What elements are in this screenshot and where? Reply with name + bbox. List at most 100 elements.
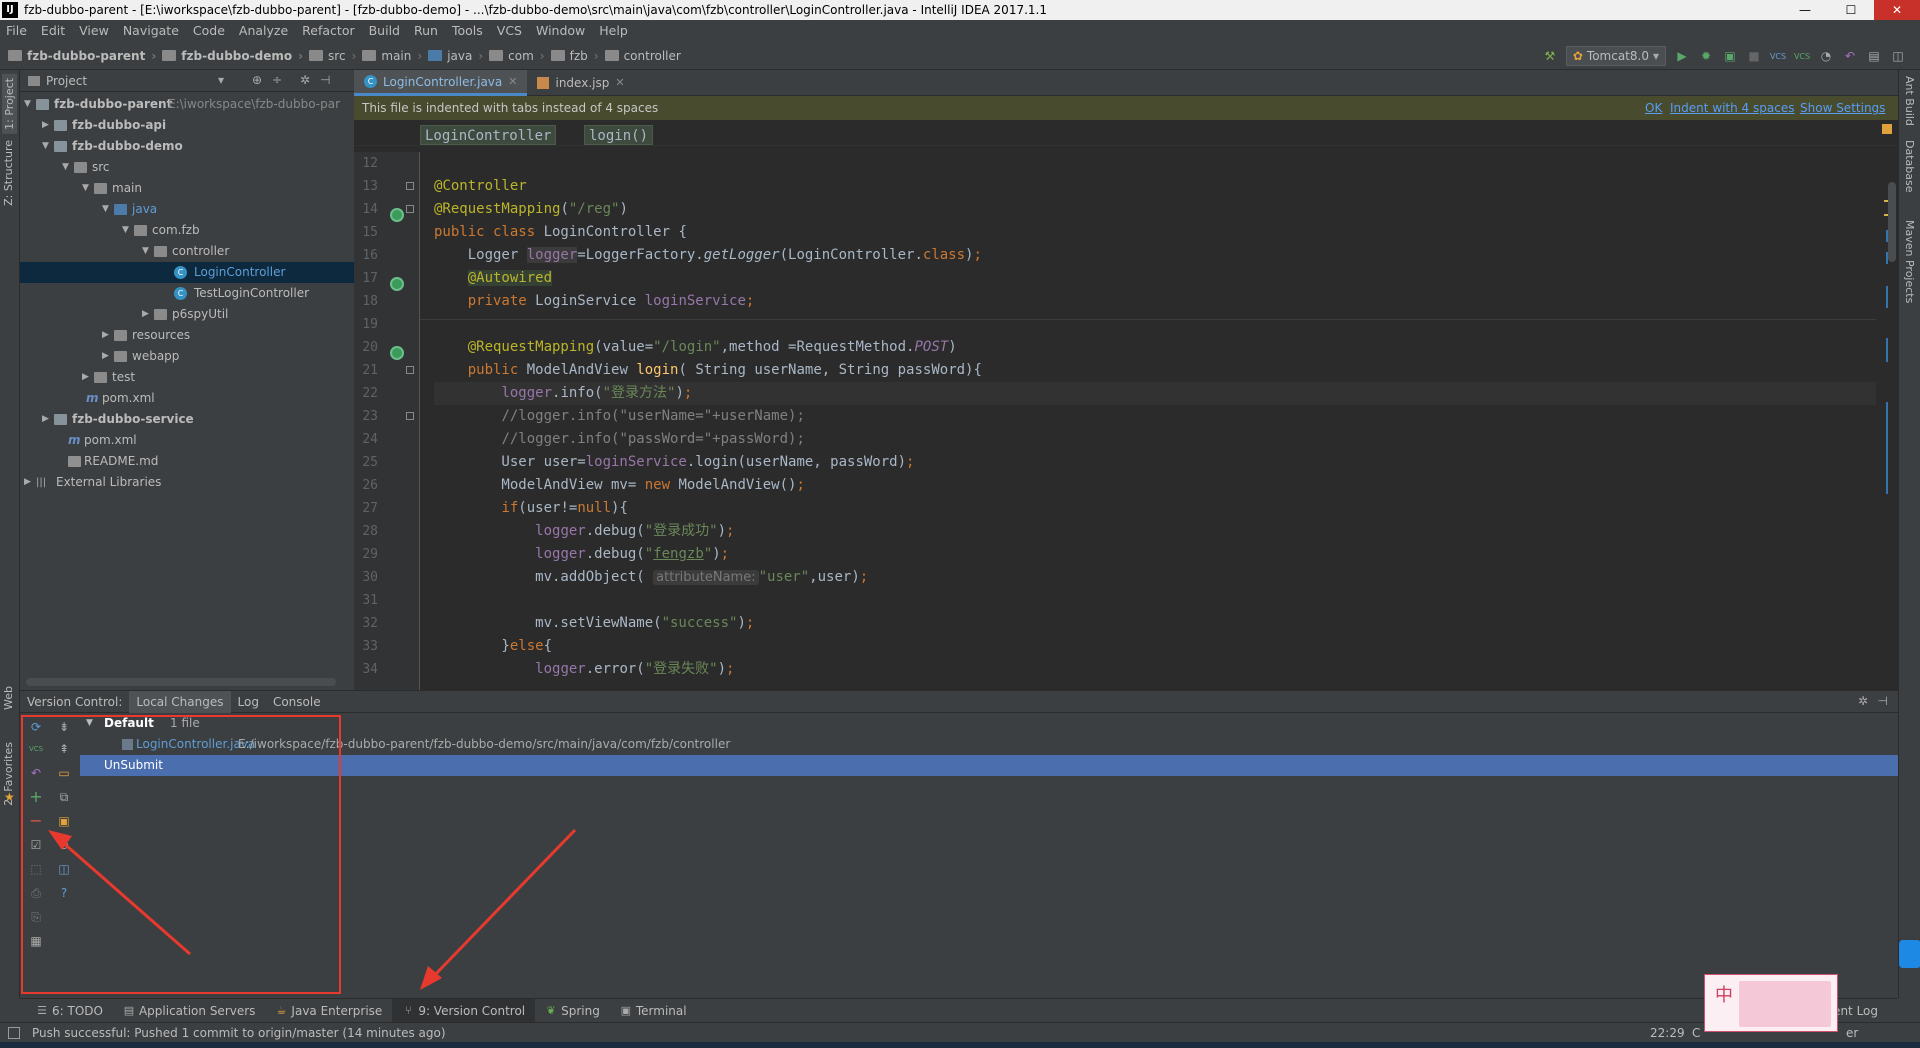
tree-node[interactable]: ▼ src	[20, 157, 354, 178]
tree-node[interactable]: ▶ fzb-dubbo-api	[20, 115, 354, 136]
run-config-select[interactable]: ✿ Tomcat8.0 ▾	[1565, 46, 1666, 66]
menu-edit[interactable]: Edit	[41, 20, 65, 42]
coverage-icon[interactable]: ▣	[1722, 48, 1738, 64]
menu-help[interactable]: Help	[599, 20, 628, 42]
line-separator-indicator[interactable]: C	[1692, 1023, 1700, 1043]
menu-vcs[interactable]: VCS	[497, 20, 522, 42]
tree-node[interactable]: ▶ ||| External Libraries	[20, 472, 354, 493]
menu-window[interactable]: Window	[536, 20, 585, 42]
tree-node[interactable]: ▼ controller	[20, 241, 354, 262]
chevron-down-icon[interactable]: ▾	[218, 73, 224, 87]
tool-maven-projects[interactable]: Maven Projects	[1903, 220, 1916, 303]
ime-floating-widget[interactable]: 中	[1704, 974, 1838, 1032]
spring-bean-gutter-icon[interactable]	[390, 208, 404, 222]
tab-version-control[interactable]: ⑂ 9: Version Control	[392, 998, 536, 1023]
breadcrumb-item[interactable]: fzb ›	[550, 49, 599, 63]
maximize-button[interactable]: ☐	[1828, 0, 1874, 20]
vcs-branch-indicator[interactable]: er	[1846, 1023, 1858, 1043]
gear-icon[interactable]: ✲	[300, 73, 310, 87]
menu-view[interactable]: View	[79, 20, 109, 42]
editor-scrollbar[interactable]	[1876, 124, 1898, 690]
close-button[interactable]: ✕	[1874, 0, 1920, 20]
tab-login-controller[interactable]: C LoginController.java ✕	[354, 69, 528, 96]
project-structure-icon[interactable]: ▤	[1866, 48, 1882, 64]
tool-ant-build[interactable]: Ant Build	[1903, 76, 1916, 126]
fold-marker-icon[interactable]	[406, 182, 414, 190]
tree-node-selected[interactable]: C LoginController	[20, 262, 354, 283]
tool-web[interactable]: Web	[2, 686, 15, 710]
close-tab-icon[interactable]: ✕	[508, 69, 517, 95]
vcs-commit-icon[interactable]: VCS	[1794, 48, 1810, 64]
ok-link[interactable]: OK	[1645, 96, 1662, 120]
collapse-all-icon[interactable]: ÷	[272, 73, 282, 87]
show-settings-link[interactable]: Show Settings	[1800, 96, 1885, 120]
build-icon[interactable]: ⚒	[1542, 48, 1558, 64]
tree-node[interactable]: ▶ fzb-dubbo-service	[20, 409, 354, 430]
tree-node[interactable]: ▼ main	[20, 178, 354, 199]
sdk-icon[interactable]: ◫	[1890, 48, 1906, 64]
menu-build[interactable]: Build	[369, 20, 400, 42]
toggle-tool-windows-icon[interactable]	[8, 1027, 20, 1039]
tree-node[interactable]: ▼ fzb-dubbo-demo	[20, 136, 354, 157]
tab-todo[interactable]: ☰ 6: TODO	[26, 999, 113, 1023]
menu-tools[interactable]: Tools	[452, 20, 483, 42]
spring-bean-gutter-icon[interactable]	[390, 277, 404, 291]
run-icon[interactable]: ▶	[1674, 48, 1690, 64]
tool-structure[interactable]: Z: Structure	[2, 140, 15, 206]
history-icon[interactable]: ◔	[1818, 48, 1834, 64]
tab-application-servers[interactable]: ▤ Application Servers	[113, 999, 265, 1023]
tree-node[interactable]: ▼ com.fzb	[20, 220, 354, 241]
breadcrumb-item[interactable]: controller	[604, 49, 681, 63]
breadcrumb-item[interactable]: fzb-dubbo-parent ›	[8, 49, 156, 63]
tree-node[interactable]: m pom.xml	[20, 430, 354, 451]
menu-code[interactable]: Code	[193, 20, 225, 42]
menu-file[interactable]: File	[6, 20, 27, 42]
code-breadcrumb-method[interactable]: login()	[584, 125, 654, 145]
tree-node[interactable]: ▶ p6spyUtil	[20, 304, 354, 325]
status-message[interactable]: Push successful: Pushed 1 commit to orig…	[32, 1023, 446, 1043]
menu-refactor[interactable]: Refactor	[302, 20, 354, 42]
horizontal-scrollbar[interactable]	[26, 678, 336, 686]
project-view-selector[interactable]: Project	[46, 74, 87, 88]
debug-icon[interactable]: ✹	[1698, 48, 1714, 64]
scroll-thumb[interactable]	[1888, 182, 1896, 262]
spring-bean-gutter-icon[interactable]	[390, 346, 404, 360]
tree-node[interactable]: ▶ resources	[20, 325, 354, 346]
breadcrumb-item[interactable]: fzb-dubbo-demo ›	[162, 49, 303, 63]
menu-analyze[interactable]: Analyze	[239, 20, 288, 42]
tree-node[interactable]: ▼ java	[20, 199, 354, 220]
code-breadcrumb-class[interactable]: LoginController	[420, 125, 557, 145]
menu-navigate[interactable]: Navigate	[123, 20, 179, 42]
tree-node[interactable]: ▶ test	[20, 367, 354, 388]
tab-index-jsp[interactable]: index.jsp ✕	[527, 70, 634, 96]
tree-node[interactable]: C TestLoginController	[20, 283, 354, 304]
tree-node[interactable]: ▶ webapp	[20, 346, 354, 367]
breadcrumb-item[interactable]: com ›	[489, 49, 545, 63]
tool-database[interactable]: Database	[1903, 140, 1916, 193]
vcs-update-icon[interactable]: VCS	[1770, 48, 1786, 64]
stop-icon[interactable]: ■	[1746, 48, 1762, 64]
gear-icon[interactable]: ✲	[1858, 694, 1868, 708]
fold-marker-icon[interactable]	[406, 366, 414, 374]
hide-icon[interactable]: ⊣	[1878, 694, 1888, 708]
fold-marker-icon[interactable]	[406, 205, 414, 213]
breadcrumb-item[interactable]: src ›	[309, 49, 356, 63]
revert-icon[interactable]: ↶	[1842, 48, 1858, 64]
caret-position[interactable]: 22:29	[1650, 1023, 1685, 1043]
code-view[interactable]: @Controller @RequestMapping("/reg") publ…	[420, 152, 1876, 690]
tree-node[interactable]: README.md	[20, 451, 354, 472]
hide-icon[interactable]: ⊣	[320, 73, 330, 87]
tab-java-enterprise[interactable]: ☕ Java Enterprise	[265, 999, 392, 1023]
fold-marker-icon[interactable]	[406, 412, 414, 420]
tree-node[interactable]: ▼ fzb-dubbo-parent E:\iworkspace\fzb-dubbo…	[20, 94, 354, 115]
tab-spring[interactable]: ❦ Spring	[535, 999, 610, 1023]
sync-icon[interactable]: ⊕	[252, 73, 262, 87]
breadcrumb-item[interactable]: main ›	[362, 49, 422, 63]
close-tab-icon[interactable]: ✕	[615, 70, 624, 96]
tool-project[interactable]: 1: Project	[2, 74, 17, 134]
indent-link[interactable]: Indent with 4 spaces	[1670, 96, 1794, 120]
teamviewer-icon[interactable]	[1899, 940, 1920, 968]
minimize-button[interactable]: —	[1782, 0, 1828, 20]
menu-run[interactable]: Run	[414, 20, 438, 42]
tree-node[interactable]: m pom.xml	[20, 388, 354, 409]
